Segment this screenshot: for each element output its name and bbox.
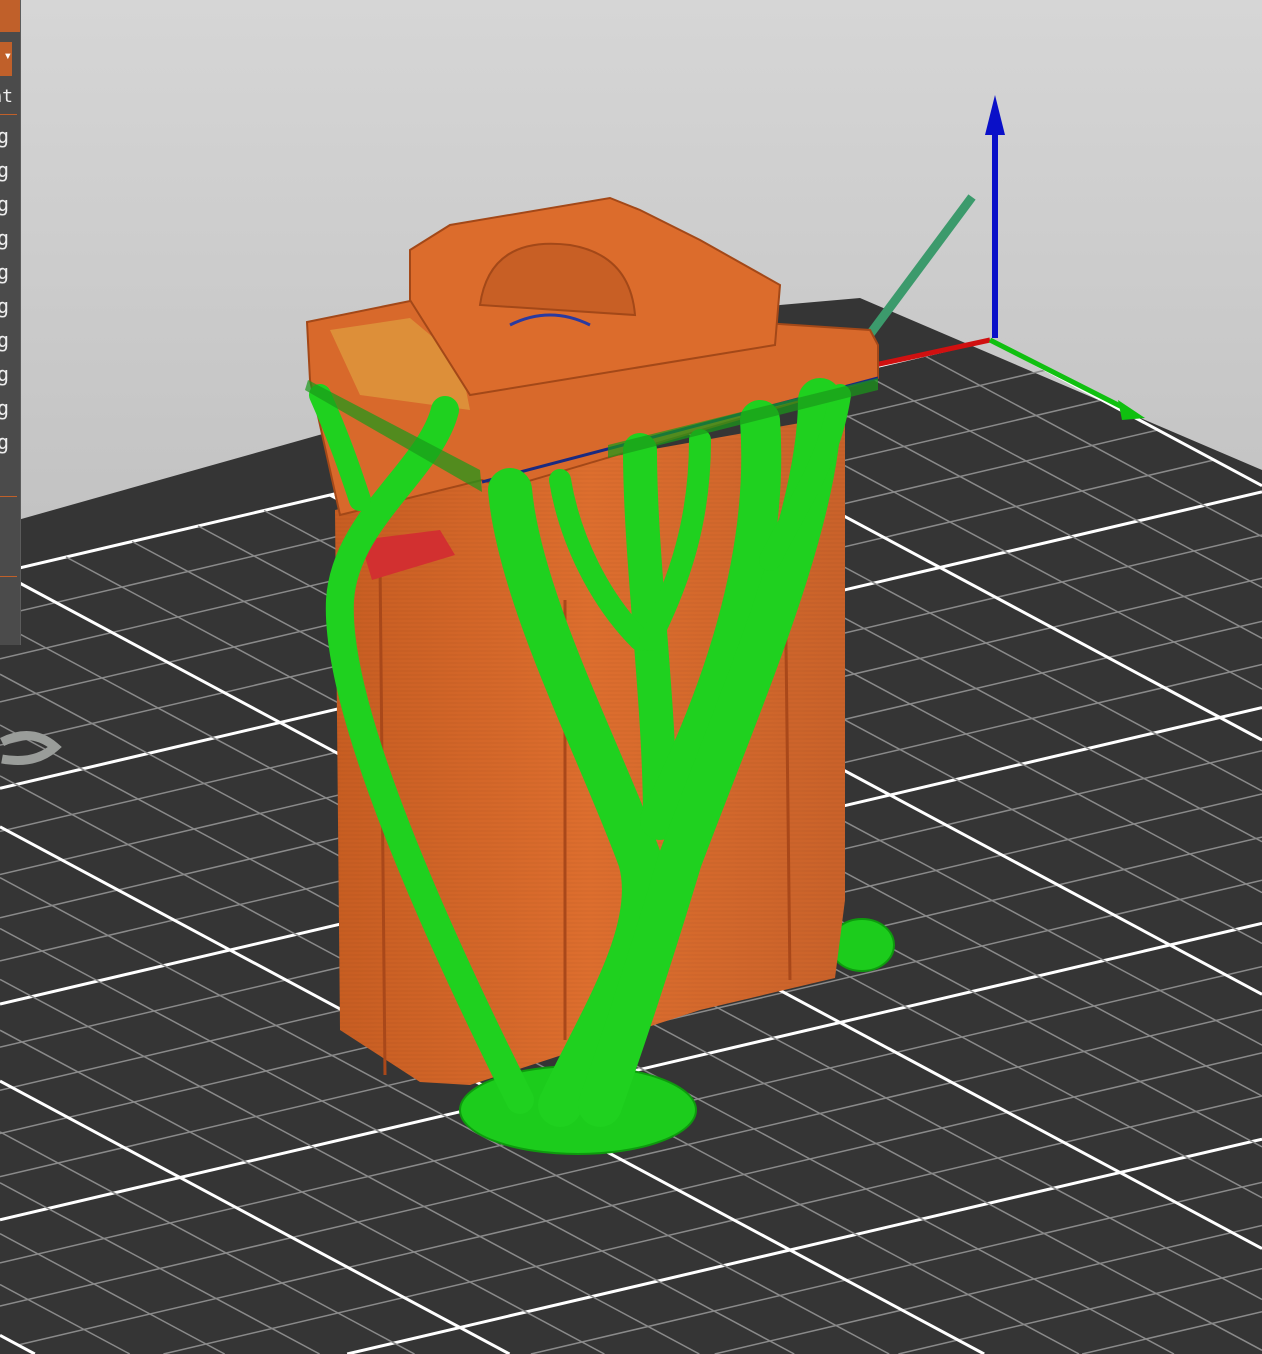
- legend-column-header: nt: [0, 86, 13, 107]
- legend-row-weight: g: [0, 362, 9, 386]
- legend-row-weight: g: [0, 328, 9, 352]
- legend-row-weight: g: [0, 158, 9, 182]
- legend-row-weight: g: [0, 396, 9, 420]
- divider: [0, 576, 17, 577]
- 3d-viewport[interactable]: [0, 0, 1262, 1354]
- chevron-down-icon: ▾: [3, 48, 12, 64]
- legend-row-weight: g: [0, 294, 9, 318]
- legend-row-weight: g: [0, 124, 9, 148]
- divider: [0, 496, 17, 497]
- legend-row-weight: g: [0, 226, 9, 250]
- legend-row-weight: g: [0, 192, 9, 216]
- view-type-dropdown[interactable]: ▾: [0, 42, 12, 76]
- legend-row-weight: g: [0, 430, 9, 454]
- divider: [0, 114, 17, 115]
- legend-row-weight: g: [0, 260, 9, 284]
- legend-header: [0, 0, 20, 32]
- legend-panel[interactable]: ▾ nt g g g g g g g g g g: [0, 0, 21, 645]
